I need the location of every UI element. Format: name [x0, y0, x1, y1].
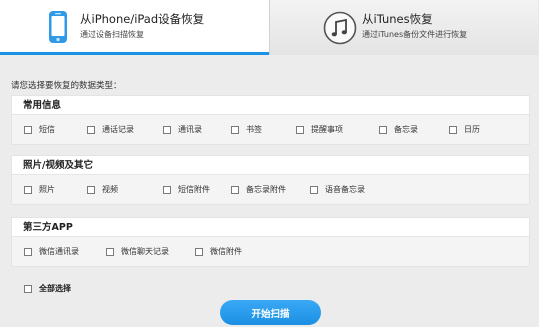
itunes-music-icon: [322, 8, 358, 48]
checkbox[interactable]: [24, 284, 32, 293]
checkbox[interactable]: [163, 125, 171, 134]
checkbox[interactable]: [231, 125, 239, 134]
option-wechat-attachments[interactable]: 微信附件: [195, 246, 242, 257]
select-all-label: 全部选择: [39, 284, 71, 293]
tab-device-subtitle: 通过设备扫描恢复: [80, 30, 144, 39]
option-sms-attachments[interactable]: 短信附件: [163, 184, 210, 195]
option-calendar[interactable]: 日历: [449, 124, 480, 135]
option-videos[interactable]: 视频: [87, 184, 118, 195]
option-bookmarks[interactable]: 书签: [231, 124, 262, 135]
active-tab-indicator: [0, 52, 269, 55]
checkbox[interactable]: [163, 185, 171, 194]
group-title: 第三方APP: [12, 218, 529, 237]
checkbox[interactable]: [449, 125, 457, 134]
option-photos[interactable]: 照片: [24, 184, 55, 195]
option-notes-attachments[interactable]: 备忘录附件: [231, 184, 286, 195]
checkbox[interactable]: [310, 185, 318, 194]
group-third-party-app: 第三方APP 微信通讯录 微信聊天记录 微信附件: [11, 217, 530, 267]
start-scan-button[interactable]: 开始扫描: [220, 300, 321, 325]
data-type-prompt: 请您选择要恢复的数据类型：: [11, 81, 122, 91]
select-all-checkbox[interactable]: 全部选择: [24, 283, 71, 294]
option-wechat-contacts[interactable]: 微信通讯录: [24, 246, 79, 257]
tab-itunes-subtitle: 通过iTunes备份文件进行恢复: [362, 30, 468, 39]
mode-tabs: 从iPhone/iPad设备恢复 通过设备扫描恢复 从iTunes恢复 通过iT…: [0, 0, 539, 55]
option-wechat-chat-history[interactable]: 微信聊天记录: [106, 246, 169, 257]
checkbox[interactable]: [87, 125, 95, 134]
group-photos-videos: 照片/视频及其它 照片 视频 短信附件 备忘录附件 语音备忘录: [11, 155, 530, 205]
checkbox[interactable]: [24, 247, 32, 256]
option-sms[interactable]: 短信: [24, 124, 55, 135]
option-voice-memos[interactable]: 语音备忘录: [310, 184, 365, 195]
tab-device-title: 从iPhone/iPad设备恢复: [80, 12, 205, 26]
iphone-icon: [40, 7, 76, 47]
checkbox[interactable]: [379, 125, 387, 134]
option-reminders[interactable]: 提醒事项: [296, 124, 343, 135]
tab-itunes-recovery[interactable]: 从iTunes恢复 通过iTunes备份文件进行恢复: [269, 0, 538, 55]
checkbox[interactable]: [296, 125, 304, 134]
tab-device-recovery[interactable]: 从iPhone/iPad设备恢复 通过设备扫描恢复: [0, 0, 269, 55]
option-contacts[interactable]: 通讯录: [163, 124, 202, 135]
option-notes[interactable]: 备忘录: [379, 124, 418, 135]
checkbox[interactable]: [195, 247, 203, 256]
group-common-info: 常用信息 短信 通话记录 通讯录 书签 提醒事项 备忘录 日历: [11, 95, 530, 145]
group-title: 常用信息: [12, 96, 529, 115]
checkbox[interactable]: [106, 247, 114, 256]
tab-itunes-title: 从iTunes恢复: [362, 12, 433, 26]
checkbox[interactable]: [87, 185, 95, 194]
checkbox[interactable]: [24, 185, 32, 194]
option-call-history[interactable]: 通话记录: [87, 124, 134, 135]
group-title: 照片/视频及其它: [12, 156, 529, 175]
checkbox[interactable]: [231, 185, 239, 194]
checkbox[interactable]: [24, 125, 32, 134]
